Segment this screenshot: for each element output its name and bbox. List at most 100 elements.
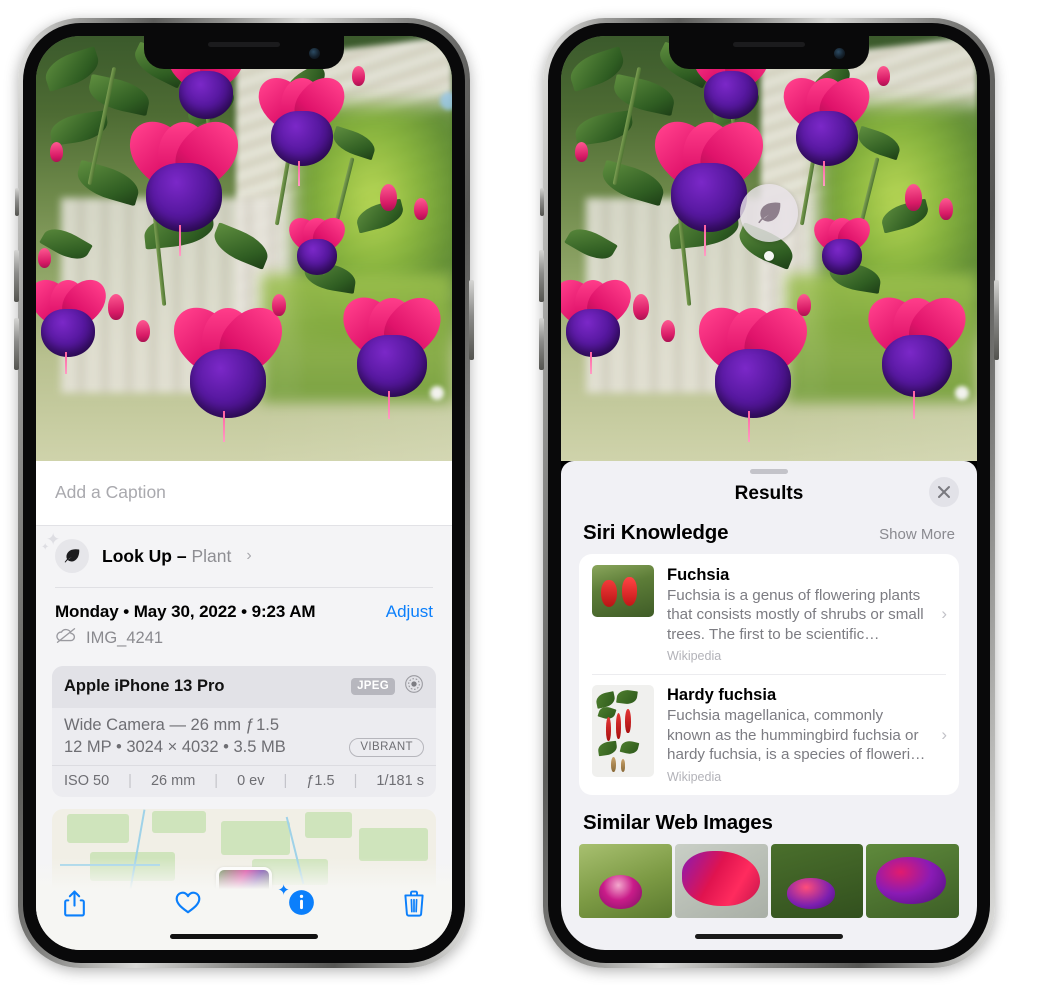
exif-footer: ISO 50 | 26 mm | 0 ev | ƒ1.5 | 1/181 s [52, 765, 436, 797]
flower-bud [136, 320, 150, 342]
exif-card[interactable]: Apple iPhone 13 Pro JPEG Wide Camera — 2… [52, 666, 436, 797]
similar-web-images-strip[interactable] [561, 843, 977, 918]
right-phone-mockup: Results Siri Knowledge Show More Fuchsia… [539, 18, 999, 968]
camera-lens: Wide Camera — 26 mm ƒ 1.5 [64, 716, 280, 734]
silent-switch-right[interactable] [540, 188, 544, 216]
look-up-anchor-dot [764, 251, 774, 261]
similar-image-3[interactable] [770, 843, 864, 918]
fuchsia-flower [249, 68, 355, 186]
delete-button[interactable] [402, 889, 426, 933]
fuchsia-flower [774, 68, 880, 186]
format-badge: JPEG [351, 678, 395, 695]
exif-separator: | [353, 773, 358, 789]
left-phone-mockup: Add a Caption ✦ ✦ Look Up – Plant › Mond… [14, 18, 474, 968]
look-up-subject: Plant [191, 545, 232, 566]
look-up-badge[interactable] [740, 184, 798, 261]
flower-bud [380, 184, 397, 211]
volume-down-button-left[interactable] [14, 318, 19, 370]
flower-bud [905, 184, 922, 211]
share-button[interactable] [62, 889, 87, 933]
section-title-siri-knowledge: Siri Knowledge [583, 521, 729, 544]
knowledge-card-description: Fuchsia is a genus of flowering plants t… [667, 587, 924, 643]
vibrant-badge: VIBRANT [349, 738, 424, 757]
similar-web-images-header: Similar Web Images [561, 795, 977, 839]
exif-header: Apple iPhone 13 Pro JPEG [52, 666, 436, 708]
caption-input[interactable]: Add a Caption [36, 461, 452, 526]
favorite-button[interactable] [174, 889, 202, 933]
similar-image-2[interactable] [674, 843, 768, 918]
volume-up-button-right[interactable] [539, 250, 544, 302]
knowledge-card-source: Wikipedia [667, 649, 722, 664]
earpiece-speaker [208, 42, 280, 47]
fuchsia-flower [686, 295, 820, 443]
flower-bud [50, 142, 63, 162]
camera-device: Apple iPhone 13 Pro [64, 677, 225, 695]
exif-separator: | [283, 773, 288, 789]
cloud-slash-icon [55, 627, 77, 649]
screenshot-stage: Add a Caption ✦ ✦ Look Up – Plant › Mond… [0, 0, 1055, 985]
bokeh-highlight [430, 386, 444, 400]
flower-bud [633, 294, 649, 320]
flower-bud [352, 66, 365, 86]
date-block: Monday • May 30, 2022 • 9:23 AM Adjust I… [36, 588, 452, 655]
close-icon[interactable] [929, 477, 959, 507]
siri-knowledge-header: Siri Knowledge Show More [561, 519, 977, 554]
file-name: IMG_4241 [86, 628, 164, 647]
exif-body: Wide Camera — 26 mm ƒ 1.5 12 MP • 3024 ×… [52, 708, 436, 765]
fuchsia-flower [36, 271, 115, 375]
photo-date: Monday • May 30, 2022 • 9:23 AM [55, 602, 316, 621]
exif-iso: ISO 50 [64, 773, 110, 789]
home-indicator-left[interactable] [170, 934, 318, 939]
photo-viewer-right[interactable] [561, 36, 977, 461]
knowledge-card[interactable]: Fuchsia Fuchsia is a genus of flowering … [579, 554, 959, 674]
exif-exposure: 0 ev [237, 773, 265, 789]
sparkle-small-icon: ✦ [41, 542, 50, 553]
exif-shutter: 1/181 s [376, 773, 424, 789]
chevron-right-icon: › [246, 547, 252, 564]
flower-bud [939, 198, 953, 220]
image-specs: 12 MP • 3024 × 4032 • 3.5 MB [64, 738, 286, 756]
live-photo-icon [404, 674, 424, 699]
exif-aperture: ƒ1.5 [306, 773, 335, 789]
section-title-similar-web-images: Similar Web Images [583, 810, 773, 834]
flower-bud [108, 294, 124, 320]
similar-image-1[interactable] [579, 843, 672, 918]
leaf-icon: ✦ ✦ [41, 531, 89, 573]
flower-bud [575, 142, 588, 162]
earpiece-speaker [733, 42, 805, 47]
siri-knowledge-cards: Fuchsia Fuchsia is a genus of flowering … [579, 554, 959, 795]
exif-separator: | [214, 773, 219, 789]
photo-viewer-left[interactable] [36, 36, 452, 461]
exif-separator: | [128, 773, 132, 789]
fuchsia-flower [561, 271, 640, 375]
flower-bud [272, 294, 286, 316]
bokeh-highlight [440, 92, 452, 110]
volume-down-button-right[interactable] [539, 318, 544, 370]
knowledge-card-title: Hardy fuchsia [667, 686, 777, 705]
home-indicator-right[interactable] [695, 934, 843, 939]
knowledge-card-source: Wikipedia [667, 769, 722, 784]
flower-bud [661, 320, 675, 342]
chevron-right-icon: › [941, 604, 947, 624]
flower-bud [877, 66, 890, 86]
adjust-button[interactable]: Adjust [386, 602, 433, 622]
fuchsia-flower [807, 211, 877, 280]
fuchsia-flower [117, 109, 251, 257]
similar-image-4[interactable] [866, 843, 959, 918]
bokeh-highlight [955, 386, 969, 400]
power-button-right[interactable] [994, 280, 999, 360]
knowledge-card[interactable]: Hardy fuchsia Fuchsia magellanica, commo… [579, 674, 959, 794]
look-up-title: Look Up – [102, 545, 192, 566]
silent-switch-left[interactable] [15, 188, 19, 216]
look-up-label: Look Up – Plant [102, 546, 231, 567]
fuchsia-flower [282, 211, 352, 280]
front-camera-icon [834, 48, 845, 59]
info-button[interactable]: ✦ [277, 883, 315, 933]
right-phone-screen: Results Siri Knowledge Show More Fuchsia… [561, 36, 977, 950]
look-up-row[interactable]: ✦ ✦ Look Up – Plant › [36, 526, 452, 588]
volume-up-button-left[interactable] [14, 250, 19, 302]
knowledge-card-description: Fuchsia magellanica, commonly known as t… [667, 707, 926, 764]
power-button-left[interactable] [469, 280, 474, 360]
flower-bud [38, 248, 51, 268]
show-more-button[interactable]: Show More [879, 526, 955, 543]
